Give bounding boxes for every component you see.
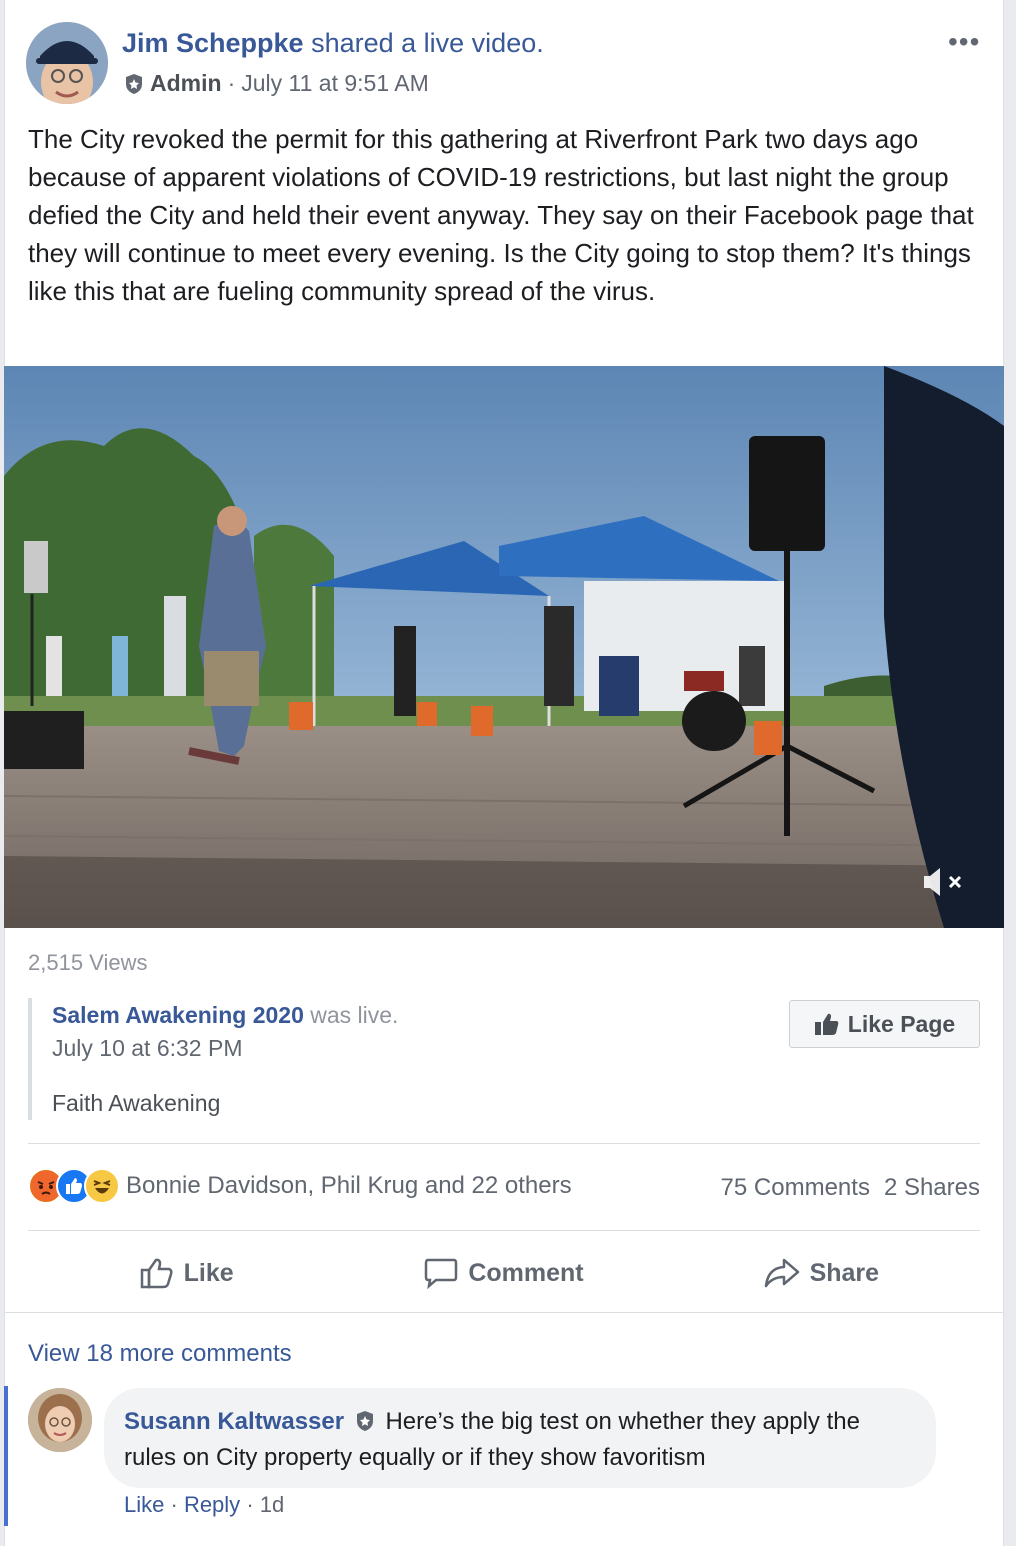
mute-icon[interactable] [922,862,968,902]
source-date[interactable]: July 10 at 6:32 PM [52,1035,243,1062]
comment-icon [425,1258,458,1289]
divider-engagement-top [28,1143,980,1144]
post-actions: Like Comment Share [28,1248,980,1298]
haha-reaction-icon [84,1168,120,1204]
shares-count[interactable]: 2 Shares [884,1174,980,1202]
author-name[interactable]: Jim Scheppke [122,28,304,58]
like-button[interactable]: Like [28,1248,345,1298]
source-page-name[interactable]: Salem Awakening 2020 [52,1002,304,1028]
comment-age[interactable]: 1d [260,1492,284,1517]
engagement-counts: 75 Comments 2 Shares [721,1174,980,1202]
commenter-avatar[interactable] [28,1388,92,1452]
comment-actions: Like · Reply · 1d [124,1492,284,1518]
comment-label: Comment [468,1258,584,1287]
post-timestamp[interactable]: July 11 at 9:51 AM [241,70,429,97]
commenter-name[interactable]: Susann Kaltwasser [124,1408,344,1435]
comment-button[interactable]: Comment [345,1248,662,1298]
post-meta: Admin · July 11 at 9:51 AM [124,70,429,97]
post-header: Jim Scheppke shared a live video. [122,28,544,59]
more-options-icon[interactable]: ••• [948,26,980,58]
comment-actions-separator: · [246,1492,260,1517]
admin-label: Admin [150,70,222,96]
thumbs-up-icon [814,1013,839,1035]
like-label: Like [183,1258,234,1287]
shared-source-bar [28,998,32,1120]
post-text: The City revoked the permit for this gat… [28,124,974,306]
shared-source-header: Salem Awakening 2020 was live. [52,1002,398,1029]
like-page-button[interactable]: Like Page [789,1000,980,1048]
view-more-comments-link[interactable]: View 18 more comments [28,1340,292,1368]
like-page-label: Like Page [847,1010,956,1037]
admin-badge-icon [126,73,142,94]
divider-actions-top [28,1230,980,1231]
share-button[interactable]: Share [663,1248,980,1298]
comments-count[interactable]: 75 Comments [721,1174,870,1202]
divider-comments-top [4,1312,1004,1313]
source-description: Faith Awakening [52,1090,221,1116]
author-avatar[interactable] [26,22,108,104]
share-icon [764,1258,799,1288]
share-label: Share [809,1258,880,1287]
source-status: was live. [310,1002,399,1028]
reactions-summary[interactable]: Bonnie Davidson, Phil Krug and 22 others [28,1166,572,1206]
meta-separator: · [227,70,236,96]
comment-actions-separator: · [170,1492,184,1517]
like-icon [140,1258,173,1289]
comment-reply-link[interactable]: Reply [184,1492,240,1517]
reaction-names[interactable]: Bonnie Davidson, Phil Krug and 22 others [126,1172,572,1200]
admin-badge-icon [356,1411,373,1431]
video-frame [4,366,1004,928]
comment-highlight-bar [4,1386,8,1526]
video-view-count: 2,515 Views [28,950,148,975]
shared-action[interactable]: shared a live video. [311,28,544,58]
comment-bubble: Susann Kaltwasser Here’s the big test on… [104,1388,936,1488]
comment-like-link[interactable]: Like [124,1492,164,1517]
video-player[interactable] [4,366,1004,928]
